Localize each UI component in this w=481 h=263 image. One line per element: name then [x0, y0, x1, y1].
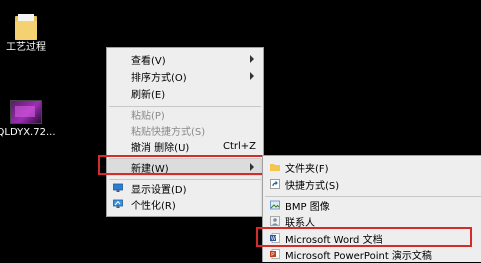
- menu-item-label: BMP 图像: [285, 202, 330, 213]
- menu-item-view[interactable]: 查看(V): [107, 51, 263, 68]
- contact-icon: [270, 216, 280, 226]
- folder-icon: [15, 14, 37, 40]
- menu-item-label: 查看(V): [131, 56, 166, 67]
- submenu-item-powerpoint[interactable]: P Microsoft PowerPoint 演示文稿: [263, 246, 481, 263]
- highlight-word-item: [256, 227, 472, 247]
- menu-item-label: 文件夹(F): [285, 164, 329, 175]
- menu-item-label: 粘贴快捷方式(S): [131, 127, 206, 138]
- menu-item-label: 显示设置(D): [131, 185, 187, 196]
- desktop-icon-label: 工艺过程: [6, 42, 46, 53]
- menu-item-refresh[interactable]: 刷新(E): [107, 85, 263, 102]
- menu-item-shortcut: Ctrl+Z: [223, 141, 257, 152]
- chevron-right-icon: [250, 72, 254, 80]
- menu-item-label: Microsoft PowerPoint 演示文稿: [285, 251, 432, 262]
- chevron-right-icon: [250, 55, 254, 63]
- desktop[interactable]: 工艺过程 QLDYX.72... 查看(V) 排序方式(O) 刷新(E) 粘贴(…: [0, 0, 481, 263]
- desktop-icon-app[interactable]: QLDYX.72...: [0, 100, 56, 139]
- submenu-item-folder[interactable]: 文件夹(F): [263, 159, 481, 176]
- desktop-context-menu: 查看(V) 排序方式(O) 刷新(E) 粘贴(P) 粘贴快捷方式(S) 撤消 删…: [106, 47, 264, 217]
- menu-item-display-settings[interactable]: 显示设置(D): [107, 180, 263, 197]
- menu-item-paste-shortcut[interactable]: 粘贴快捷方式(S): [107, 122, 263, 139]
- highlight-new-item: [98, 155, 270, 175]
- powerpoint-document-icon: P: [270, 249, 280, 259]
- menu-item-label: 排序方式(O): [131, 73, 187, 84]
- menu-item-sort-by[interactable]: 排序方式(O): [107, 68, 263, 85]
- submenu-item-shortcut[interactable]: 快捷方式(S): [263, 176, 481, 193]
- menu-item-paste[interactable]: 粘贴(P): [107, 106, 263, 123]
- menu-item-personalize[interactable]: 个性化(R): [107, 196, 263, 213]
- menu-item-label: 快捷方式(S): [285, 181, 340, 192]
- bmp-image-icon: [270, 200, 280, 210]
- menu-item-label: 撤消 删除(U): [131, 143, 190, 154]
- app-thumbnail-icon: [10, 100, 42, 124]
- menu-item-label: 刷新(E): [131, 90, 166, 101]
- folder-icon: [270, 162, 280, 172]
- monitor-icon: [113, 183, 123, 193]
- personalize-icon: [113, 199, 123, 209]
- menu-item-label: 粘贴(P): [131, 111, 165, 122]
- menu-item-undo-delete[interactable]: 撤消 删除(U) Ctrl+Z: [107, 138, 263, 155]
- shortcut-icon: [270, 179, 280, 189]
- desktop-icon-folder[interactable]: 工艺过程: [0, 14, 52, 54]
- submenu-item-bmp[interactable]: BMP 图像: [263, 197, 481, 214]
- desktop-icon-label: QLDYX.72...: [0, 127, 56, 138]
- menu-item-label: 个性化(R): [131, 201, 176, 212]
